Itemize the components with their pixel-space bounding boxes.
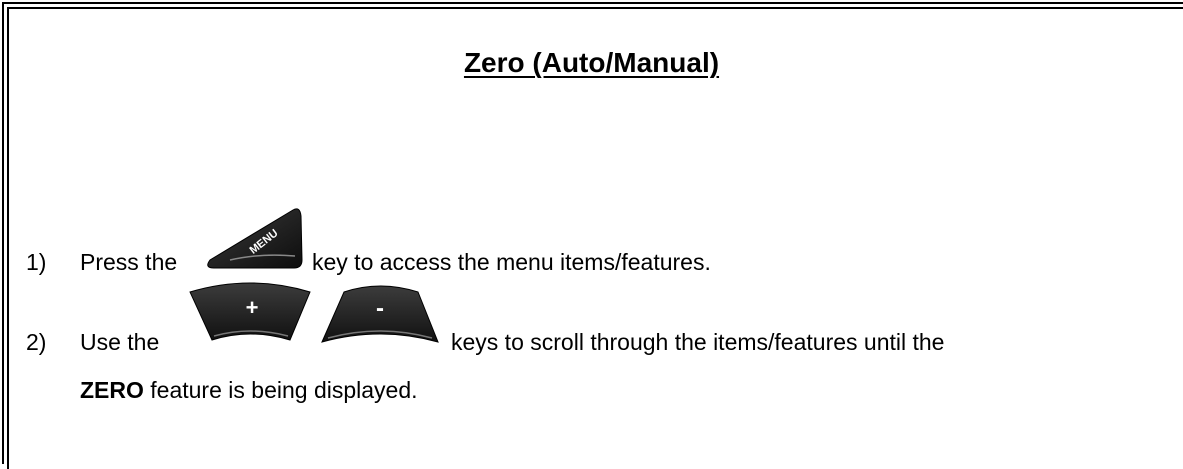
step-1-text-before: Press the (80, 249, 178, 275)
menu-key-icon: MENU (207, 208, 303, 269)
step-2-text-before: Use the (80, 329, 160, 355)
step-1-number: 1) (26, 249, 47, 275)
plus-key-icon: + (189, 282, 311, 341)
minus-key-icon: - (321, 285, 439, 343)
zero-feature-name: ZERO (80, 377, 144, 403)
minus-key-label: - (376, 295, 384, 322)
step-2-text-after: keys to scroll through the items/feature… (451, 329, 945, 355)
plus-key-label: + (246, 295, 259, 320)
section-title: Zero (Auto/Manual) (463, 47, 720, 78)
step-2-number: 2) (26, 329, 47, 355)
step-2-continuation: ZERO feature is being displayed. (80, 376, 418, 404)
step-1-text-after: key to access the menu items/features. (312, 249, 711, 275)
step-2-continuation-text: feature is being displayed. (150, 377, 418, 403)
